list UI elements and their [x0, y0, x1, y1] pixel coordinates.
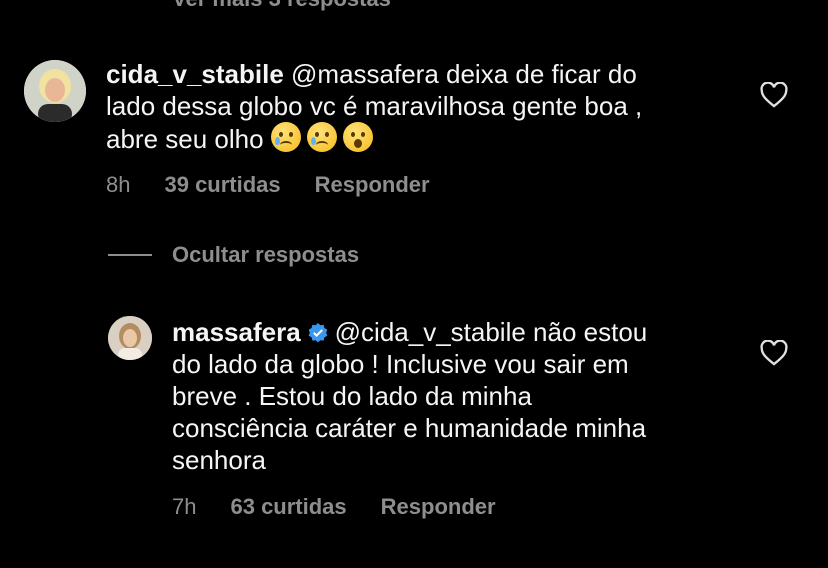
comment-text: @cida_v_stabile não estou	[334, 317, 648, 347]
hide-replies-button[interactable]: Ocultar respostas	[108, 242, 359, 268]
crying-emoji	[270, 122, 301, 152]
comment-text: lado dessa globo vc é maravilhosa gente …	[106, 91, 643, 121]
comment-time: 8h	[106, 172, 131, 197]
comment-username[interactable]: cida_v_stabile	[106, 59, 284, 89]
heart-icon[interactable]	[760, 82, 788, 108]
divider	[108, 254, 152, 256]
crying-emoji	[306, 122, 337, 152]
likes-count[interactable]: 39 curtidas	[164, 172, 280, 198]
comment-text: @massafera deixa de ficar do	[291, 59, 637, 89]
comment-text: consciência caráter e humanidade minha	[172, 413, 647, 443]
reply-button[interactable]: Responder	[381, 494, 496, 520]
hide-replies-label[interactable]: Ocultar respostas	[172, 242, 359, 268]
avatar[interactable]	[108, 316, 152, 360]
comment-text: abre seu olho	[106, 124, 264, 154]
view-more-replies-link[interactable]: Ver mais 3 respostas	[172, 0, 391, 12]
comment-time: 7h	[172, 494, 197, 519]
comment-meta: 8h 39 curtidas Responder	[106, 172, 464, 198]
reply-button[interactable]: Responder	[315, 172, 430, 198]
comment-text: do lado da globo ! Inclusive vou sair em	[172, 349, 629, 379]
avatar[interactable]	[24, 60, 86, 122]
heart-icon[interactable]	[760, 340, 788, 366]
comment-username[interactable]: massafera	[172, 317, 301, 347]
astonished-emoji	[342, 122, 373, 152]
comment-meta: 7h 63 curtidas Responder	[172, 494, 530, 520]
verified-icon	[308, 323, 327, 343]
likes-count[interactable]: 63 curtidas	[230, 494, 346, 520]
comment-text: senhora	[172, 445, 266, 475]
comment-text: breve . Estou do lado da minha	[172, 381, 532, 411]
